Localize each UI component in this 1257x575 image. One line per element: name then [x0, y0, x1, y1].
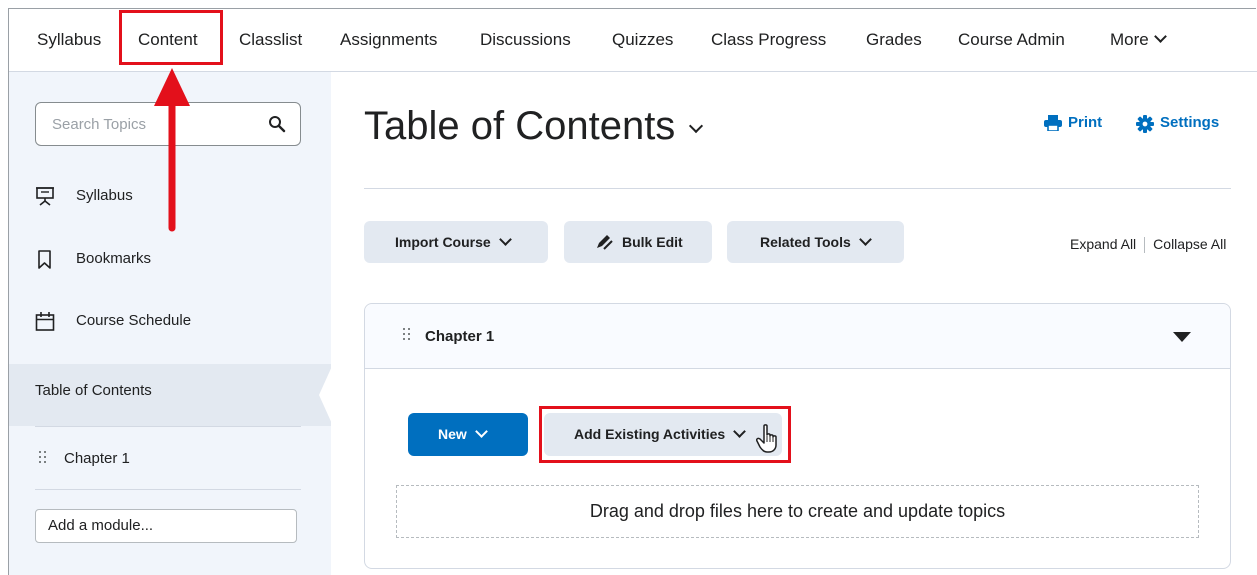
header-divider	[364, 188, 1231, 189]
nav-item-class-progress[interactable]: Class Progress	[711, 9, 826, 71]
separator	[1144, 237, 1146, 254]
add-module-placeholder: Add a module...	[48, 517, 154, 534]
import-course-button[interactable]: Import Course	[364, 221, 548, 263]
sidebar-item-bookmarks[interactable]: Bookmarks	[35, 244, 315, 274]
related-tools-button[interactable]: Related Tools	[727, 221, 904, 263]
chevron-down-icon	[1153, 30, 1167, 43]
selection-notch	[319, 364, 333, 426]
page-title: Table of Contents	[364, 104, 704, 149]
bulk-edit-label: Bulk Edit	[622, 234, 683, 250]
chapter-panel-header[interactable]: Chapter 1	[365, 304, 1230, 369]
import-course-label: Import Course	[395, 234, 491, 250]
bookmark-icon	[38, 250, 51, 269]
calendar-icon	[35, 312, 55, 331]
nav-item-more[interactable]: More	[1110, 9, 1167, 71]
caret-down-icon[interactable]	[1173, 332, 1191, 342]
related-tools-label: Related Tools	[760, 234, 851, 250]
gear-icon	[1136, 115, 1154, 133]
file-dropzone[interactable]: Drag and drop files here to create and u…	[396, 485, 1199, 538]
printer-icon	[1044, 115, 1062, 131]
settings-button[interactable]: Settings	[1136, 114, 1220, 134]
expand-all-link[interactable]: Expand All	[1070, 236, 1136, 252]
pencil-icon	[597, 235, 613, 250]
sidebar-divider	[35, 426, 301, 427]
content-highlight-box	[119, 10, 223, 65]
nav-item-discussions[interactable]: Discussions	[480, 9, 571, 71]
sidebar-divider	[35, 489, 301, 490]
expand-collapse-links: Expand All Collapse All	[1070, 236, 1226, 254]
dropzone-text: Drag and drop files here to create and u…	[589, 501, 1006, 521]
chevron-down-icon	[474, 425, 488, 438]
collapse-all-link[interactable]: Collapse All	[1153, 236, 1226, 252]
settings-label: Settings	[1160, 114, 1220, 131]
sidebar-toc-label: Table of Contents	[35, 382, 152, 399]
chevron-down-icon	[498, 233, 512, 246]
chevron-down-icon	[858, 233, 872, 246]
chevron-down-icon[interactable]	[689, 118, 704, 134]
drag-handle-icon[interactable]	[403, 328, 411, 344]
nav-item-quizzes[interactable]: Quizzes	[612, 9, 673, 71]
search-icon[interactable]	[268, 115, 286, 133]
nav-item-assignments[interactable]: Assignments	[340, 9, 437, 71]
new-button[interactable]: New	[408, 413, 528, 456]
red-arrow-annotation	[154, 68, 190, 232]
page-title-text: Table of Contents	[364, 104, 676, 148]
sidebar-item-chapter-1[interactable]: Chapter 1	[35, 444, 301, 474]
search-placeholder: Search Topics	[52, 116, 146, 133]
sidebar-item-label: Bookmarks	[76, 250, 152, 267]
sidebar-chapter-label: Chapter 1	[64, 450, 130, 467]
hand-cursor-icon	[756, 424, 777, 453]
nav-item-course-admin[interactable]: Course Admin	[958, 9, 1065, 71]
nav-item-syllabus[interactable]: Syllabus	[37, 9, 101, 71]
sidebar-item-label: Course Schedule	[76, 312, 192, 329]
chapter-title: Chapter 1	[425, 328, 495, 345]
sidebar-item-label: Syllabus	[76, 187, 133, 204]
presentation-board-icon	[36, 187, 54, 206]
add-existing-highlight-box	[539, 406, 791, 463]
nav-more-label: More	[1110, 30, 1149, 49]
nav-item-grades[interactable]: Grades	[866, 9, 922, 71]
nav-item-classlist[interactable]: Classlist	[239, 9, 302, 71]
print-button[interactable]: Print	[1044, 114, 1104, 134]
bulk-edit-button[interactable]: Bulk Edit	[564, 221, 712, 263]
new-label: New	[438, 426, 467, 442]
add-module-input[interactable]: Add a module...	[35, 509, 297, 543]
sidebar-item-course-schedule[interactable]: Course Schedule	[35, 306, 315, 336]
drag-handle-icon[interactable]	[39, 451, 47, 467]
print-label: Print	[1068, 114, 1103, 131]
